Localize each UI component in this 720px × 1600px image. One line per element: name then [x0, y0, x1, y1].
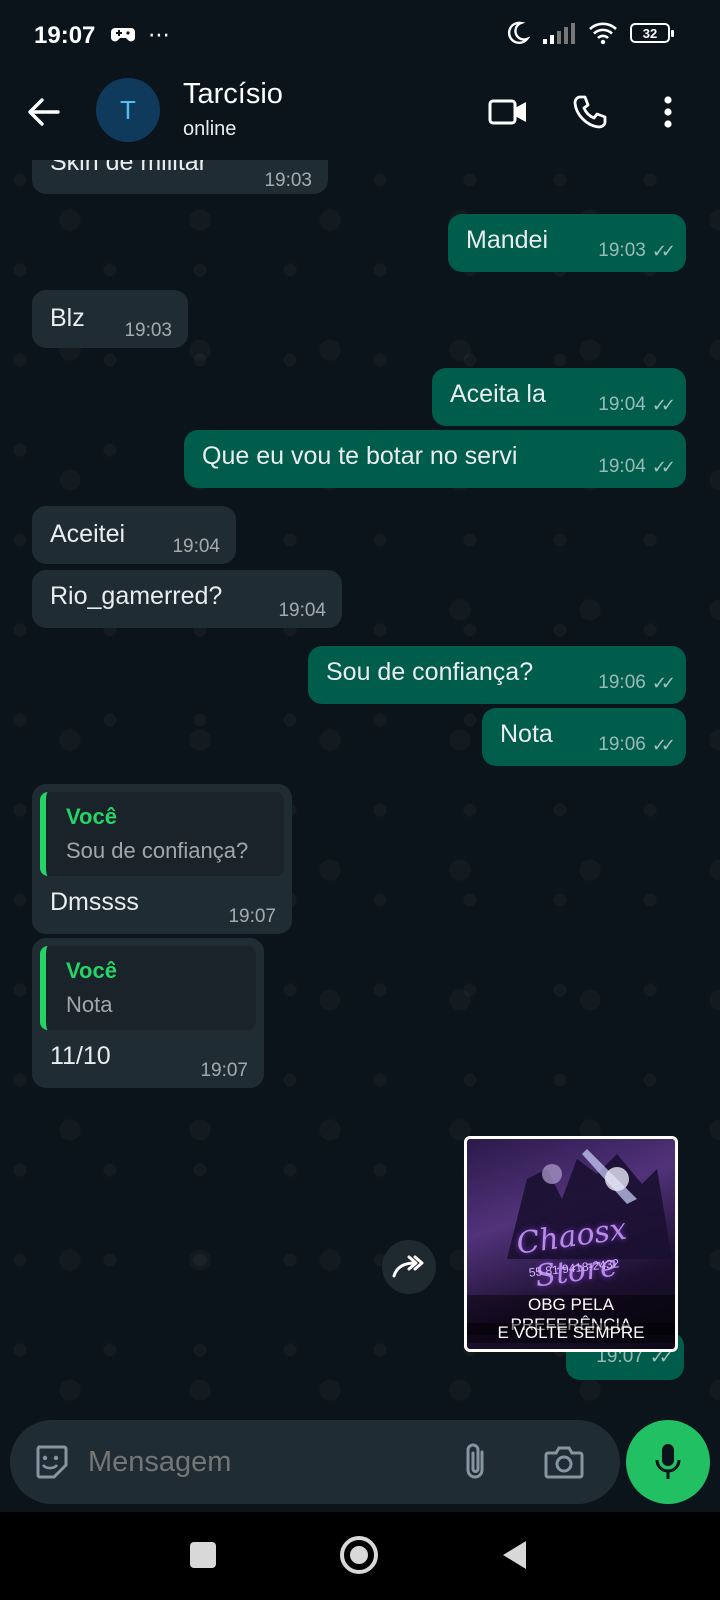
- message-time: 19:06: [598, 734, 646, 755]
- contact-avatar[interactable]: T: [96, 78, 160, 142]
- message-text: Rio_gamerred?: [50, 582, 223, 610]
- battery-icon: 32: [630, 23, 674, 43]
- message-time: 19:03: [124, 320, 172, 341]
- message-text: Aceita la: [450, 380, 546, 408]
- recents-button[interactable]: [190, 1542, 216, 1568]
- microphone-icon: [655, 1444, 681, 1479]
- message-outgoing[interactable]: Mandei 19:03 ✓✓: [448, 214, 686, 272]
- message-time: 19:04: [598, 394, 646, 415]
- status-time: 19:07: [34, 22, 96, 49]
- message-input[interactable]: [88, 1438, 448, 1486]
- contact-name[interactable]: Tarcísio: [183, 78, 283, 111]
- message-text: Skin de militar: [50, 160, 207, 176]
- message-incoming[interactable]: Rio_gamerred? 19:04: [32, 570, 342, 628]
- message-text: 11/10: [50, 1042, 111, 1070]
- message-text: Nota: [500, 720, 553, 748]
- message-text: Blz: [50, 304, 85, 332]
- wifi-icon: [589, 22, 617, 45]
- status-left-icons: ⋯: [110, 22, 170, 48]
- quoted-author: Você: [66, 804, 117, 829]
- system-navigation-bar: [0, 1512, 720, 1600]
- video-call-button[interactable]: [484, 88, 532, 136]
- video-camera-icon: [488, 99, 526, 125]
- message-time: 19:04: [278, 600, 326, 621]
- message-outgoing[interactable]: Sou de confiança? 19:06 ✓✓: [308, 646, 686, 704]
- sticker-emoji-icon[interactable]: [32, 1443, 70, 1481]
- message-time: 19:04: [598, 456, 646, 477]
- quoted-text: Sou de confiança?: [66, 838, 249, 863]
- image-message[interactable]: Chaosx Store 55 81 9418-2432 OBG PELA PR…: [464, 1136, 678, 1352]
- more-options-button[interactable]: [644, 88, 692, 136]
- message-time: 19:03: [598, 240, 646, 261]
- message-incoming[interactable]: Skin de militar 19:03: [32, 160, 328, 194]
- battery-level: 32: [642, 25, 658, 41]
- forward-button[interactable]: [382, 1240, 436, 1294]
- chat-header: T Tarcísio online: [0, 72, 720, 160]
- message-time: 19:04: [172, 536, 220, 557]
- message-text: Sou de confiança?: [326, 658, 534, 686]
- message-time: 19:07: [228, 906, 276, 927]
- more-notifications-icon: ⋯: [148, 22, 170, 47]
- signal-icon: [543, 23, 575, 44]
- voice-message-button[interactable]: [626, 1420, 710, 1504]
- back-triangle-icon[interactable]: [500, 1539, 530, 1571]
- home-button[interactable]: [340, 1536, 378, 1574]
- avatar-initial: T: [120, 94, 136, 125]
- read-ticks-icon: ✓✓: [651, 672, 676, 693]
- message-incoming[interactable]: Aceitei 19:04: [32, 506, 236, 564]
- message-time: 19:03: [264, 170, 312, 191]
- message-text: Que eu vou te botar no servi: [202, 442, 518, 470]
- status-bar: 19:07 ⋯ 32: [0, 0, 720, 72]
- gamepad-icon: [111, 28, 135, 42]
- quoted-message[interactable]: Você Nota: [40, 946, 256, 1030]
- message-composer[interactable]: [10, 1420, 620, 1504]
- home-button-dot: [350, 1546, 368, 1564]
- back-button[interactable]: [22, 90, 66, 134]
- kebab-menu-icon: [664, 96, 672, 128]
- message-incoming-reply[interactable]: Você Nota 11/10 19:07: [32, 938, 264, 1088]
- dnd-moon-icon: [507, 21, 530, 44]
- quoted-author: Você: [66, 958, 117, 983]
- phone-icon: [573, 95, 607, 129]
- voice-call-button[interactable]: [566, 88, 614, 136]
- attach-paperclip-icon[interactable]: [462, 1442, 490, 1482]
- message-outgoing[interactable]: Nota 19:06 ✓✓: [482, 708, 686, 766]
- status-right-icons: 32: [504, 20, 674, 46]
- message-outgoing[interactable]: Aceita la 19:04 ✓✓: [432, 368, 686, 426]
- forward-icon: [392, 1255, 424, 1278]
- message-time: 19:06: [598, 672, 646, 693]
- message-text: Dmssss: [50, 888, 139, 916]
- message-outgoing[interactable]: Que eu vou te botar no servi 19:04 ✓✓: [184, 430, 686, 488]
- message-time: 19:07: [200, 1060, 248, 1081]
- read-ticks-icon: ✓✓: [651, 734, 676, 755]
- arrow-left-icon: [28, 98, 60, 126]
- message-text: Aceitei: [50, 520, 126, 548]
- read-ticks-icon: ✓✓: [651, 394, 676, 415]
- quoted-text: Nota: [66, 992, 113, 1017]
- message-incoming[interactable]: Blz 19:03: [32, 290, 188, 348]
- message-text: Mandei: [466, 226, 548, 254]
- contact-status: online: [183, 118, 237, 140]
- quoted-message[interactable]: Você Sou de confiança?: [40, 792, 284, 876]
- image-caption-line2: E VOLTE SEMPRE: [467, 1323, 675, 1343]
- read-ticks-icon: ✓✓: [651, 456, 676, 477]
- message-incoming-reply[interactable]: Você Sou de confiança? Dmssss 19:07: [32, 784, 292, 934]
- camera-icon[interactable]: [544, 1445, 584, 1479]
- read-ticks-icon: ✓✓: [651, 240, 676, 261]
